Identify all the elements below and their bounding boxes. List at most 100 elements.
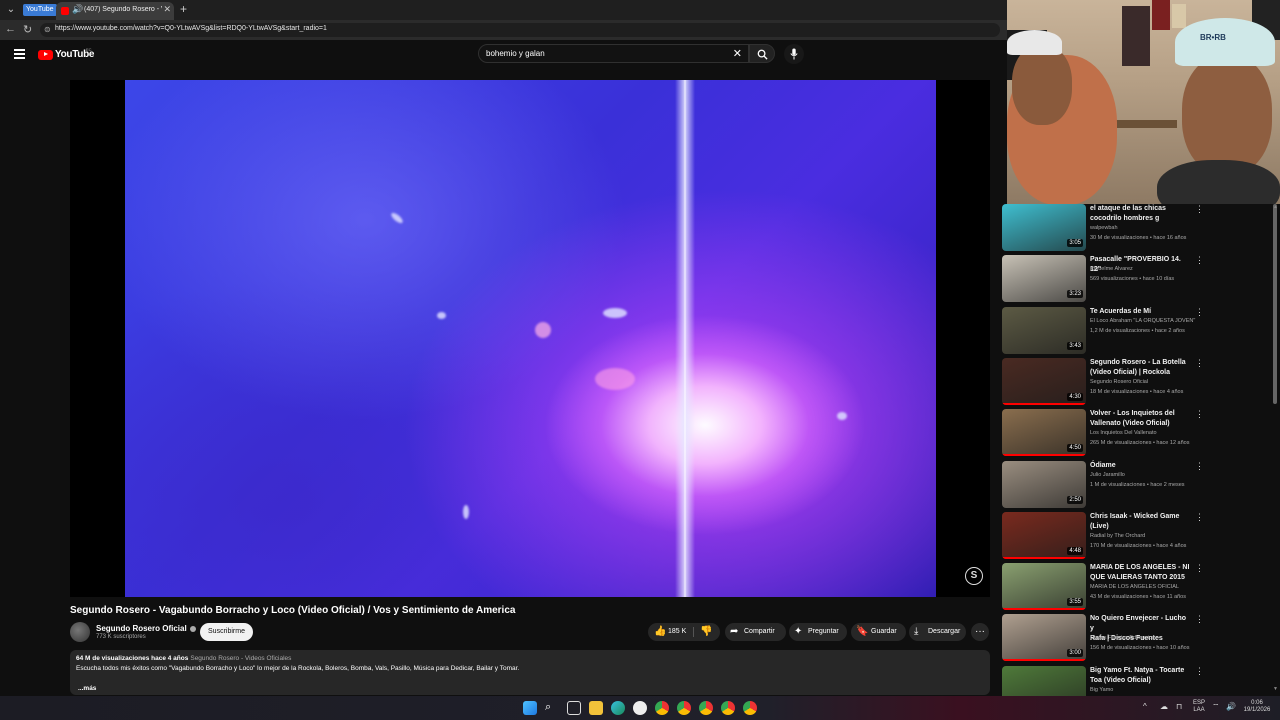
tab-list-chevron-icon[interactable]: ⌄ <box>4 3 18 17</box>
usb-icon[interactable]: ⊓ <box>1176 703 1182 711</box>
recommendation-item[interactable]: 3:55 MARIA DE LOS ANGELES - NI QUE VALIERA… <box>1002 563 1272 611</box>
recommendation-thumbnail[interactable]: 3:55 <box>1002 563 1086 610</box>
recommendation-menu-icon[interactable]: ⋮ <box>1195 255 1204 266</box>
recommendation-title[interactable]: Volver - Los Inquietos del Vallenato (Vid… <box>1090 409 1190 429</box>
task-view-icon[interactable] <box>567 701 581 715</box>
new-tab-icon[interactable]: + <box>180 2 187 16</box>
recommendation-channel[interactable]: Riquelme Alvarez <box>1090 266 1133 272</box>
reload-icon[interactable]: ↻ <box>23 23 32 36</box>
recommendation-title[interactable]: el ataque de las chicas cocodrilo hombres… <box>1090 204 1190 224</box>
recommendation-thumbnail[interactable]: 2:50 <box>1002 461 1086 508</box>
recommendation-item[interactable]: 4:48 Chris Isaak - Wicked Game (Live) Radia… <box>1002 512 1272 560</box>
recommendation-item[interactable]: 3:23 Pasacalle "PROVERBIO 14. 12" Riquelme… <box>1002 255 1272 303</box>
recommendation-channel[interactable]: Big Yamo <box>1090 687 1113 693</box>
scroll-up-arrow-icon[interactable]: ▲ <box>1273 204 1278 210</box>
windows-start-icon[interactable] <box>523 701 537 715</box>
recommendation-channel[interactable]: Segundo Rosero Oficial <box>1090 379 1148 385</box>
video-frame[interactable] <box>125 80 936 597</box>
video-player[interactable]: S <box>70 80 990 597</box>
recommendation-menu-icon[interactable]: ⋮ <box>1195 461 1204 472</box>
recommendation-thumbnail[interactable]: 4:50 <box>1002 409 1086 456</box>
edge-browser-icon[interactable] <box>611 701 625 715</box>
back-arrow-icon[interactable]: ← <box>5 23 16 35</box>
site-info-icon[interactable]: ⊜ <box>44 25 52 34</box>
recommendation-channel[interactable]: MARIA DE LOS ANGELES OFICIAL <box>1090 584 1179 590</box>
wifi-icon[interactable]: ⌔ <box>1212 703 1220 711</box>
chrome-icon[interactable] <box>743 701 757 715</box>
share-button[interactable]: ➦ Compartir <box>725 623 786 641</box>
tab-youtube-badge[interactable]: YouTube <box>23 4 57 16</box>
search-button[interactable] <box>749 44 775 63</box>
volume-icon[interactable]: 🔊 <box>1226 703 1236 711</box>
hamburger-menu-icon[interactable] <box>14 49 25 59</box>
ask-button[interactable]: ✦ Preguntar <box>789 623 847 641</box>
recommendation-thumbnail[interactable]: 3:05 <box>1002 204 1086 251</box>
search-input[interactable]: bohemio y galan ✕ <box>478 44 749 63</box>
playlist-tag[interactable]: Segundo Rosero - Videos Oficiales <box>190 655 291 662</box>
recommendation-menu-icon[interactable]: ⋮ <box>1195 307 1204 318</box>
channel-name[interactable]: Segundo Rosero Oficial <box>96 624 196 633</box>
chrome-icon[interactable] <box>699 701 713 715</box>
recommendation-thumbnail[interactable]: 3:00 <box>1002 614 1086 661</box>
channel-name-text[interactable]: Segundo Rosero Oficial <box>96 624 187 633</box>
recommendation-title[interactable]: Ódiame <box>1090 461 1190 471</box>
recommendation-title[interactable]: Chris Isaak - Wicked Game (Live) <box>1090 512 1190 532</box>
recommendation-menu-icon[interactable]: ⋮ <box>1195 563 1204 574</box>
description-box[interactable]: 64 M de visualizaciones hace 4 años Segun… <box>70 650 990 695</box>
recommendation-title[interactable]: Pasacalle "PROVERBIO 14. 12" <box>1090 255 1190 275</box>
recommendation-channel[interactable]: Discos Fuentes Edimusica <box>1090 635 1155 641</box>
recommendation-thumbnail[interactable]: 3:23 <box>1002 255 1086 302</box>
chrome-icon[interactable] <box>677 701 691 715</box>
save-button[interactable]: 🔖 Guardar <box>851 623 906 641</box>
recommendation-item[interactable]: 4:50 Volver - Los Inquietos del Vallenato … <box>1002 409 1272 457</box>
recommendation-title[interactable]: Te Acuerdas de Mí <box>1090 307 1190 317</box>
download-button[interactable]: ⤓ Descargar <box>909 623 966 641</box>
voice-search-button[interactable] <box>784 44 804 64</box>
chrome-icon[interactable] <box>655 701 669 715</box>
file-explorer-icon[interactable] <box>589 701 603 715</box>
recommendation-menu-icon[interactable]: ⋮ <box>1195 204 1204 215</box>
recommendation-menu-icon[interactable]: ⋮ <box>1195 666 1204 677</box>
like-icon[interactable]: 👍 <box>654 623 666 641</box>
address-bar[interactable]: ⊜ https://www.youtube.com/watch?v=Q0-YLt… <box>40 23 1000 37</box>
recommendation-menu-icon[interactable]: ⋮ <box>1195 614 1204 625</box>
network-icon[interactable]: ☁ <box>1160 703 1168 711</box>
clear-search-icon[interactable]: ✕ <box>733 47 742 60</box>
recommendation-channel[interactable]: Julio Jaramillo <box>1090 472 1125 478</box>
input-language[interactable]: ESP LAA <box>1190 700 1208 714</box>
dislike-icon[interactable]: 👎 <box>700 623 712 641</box>
recommendation-channel[interactable]: Los Inquietos Del Vallenato <box>1090 430 1157 436</box>
like-count[interactable]: 185 K <box>668 623 686 641</box>
recommendation-menu-icon[interactable]: ⋮ <box>1195 358 1204 369</box>
tab-close-icon[interactable]: ✕ <box>163 4 171 15</box>
recommendation-title[interactable]: MARIA DE LOS ANGELES - NI QUE VALIERAS TA… <box>1090 563 1190 583</box>
recommendation-thumbnail[interactable]: 4:48 <box>1002 512 1086 559</box>
more-actions-button[interactable]: ··· <box>971 623 989 641</box>
show-hidden-icons-icon[interactable]: ^ <box>1143 703 1147 711</box>
speaker-icon[interactable]: 🔊 <box>72 4 83 15</box>
recommendation-menu-icon[interactable]: ⋮ <box>1195 512 1204 523</box>
recommendation-channel[interactable]: walpewbah <box>1090 225 1118 231</box>
scrollbar-thumb[interactable] <box>1273 204 1277 404</box>
recommendation-menu-icon[interactable]: ⋮ <box>1195 409 1204 420</box>
channel-watermark-icon[interactable]: S <box>965 567 983 585</box>
recommendation-channel[interactable]: El Loco Abraham "LA ORQUESTA JOVEN" <box>1090 318 1195 324</box>
recommendation-thumbnail[interactable]: 3:43 <box>1002 307 1086 354</box>
recommendation-item[interactable]: 4:30 Segundo Rosero - La Botella (Video Of… <box>1002 358 1272 406</box>
show-more-link[interactable]: ...más <box>78 685 96 692</box>
chrome-icon[interactable] <box>721 701 735 715</box>
channel-avatar[interactable] <box>70 622 90 642</box>
recommendation-item[interactable]: Big Yamo Ft. Natya - Tocarte Toa (Video O… <box>1002 666 1272 696</box>
recommendation-item[interactable]: 3:00 No Quiero Envejecer - Lucho y Rafa | … <box>1002 614 1272 662</box>
scroll-down-arrow-icon[interactable]: ▼ <box>1273 686 1278 692</box>
sidebar-scrollbar[interactable] <box>1272 204 1278 696</box>
xbox-icon[interactable] <box>633 701 647 715</box>
recommendation-title[interactable]: Segundo Rosero - La Botella (Video Oficia… <box>1090 358 1190 378</box>
recommendation-channel[interactable]: Radial by The Orchard <box>1090 533 1145 539</box>
clock[interactable]: 0:06 19/1/2026 <box>1240 700 1274 714</box>
recommendation-item[interactable]: 3:05 el ataque de las chicas cocodrilo hom… <box>1002 204 1272 252</box>
tab-active[interactable]: 🔊 (407) Segundo Rosero - Vaga ✕ <box>56 2 174 20</box>
recommendation-thumbnail[interactable] <box>1002 666 1086 696</box>
recommendation-item[interactable]: 3:43 Te Acuerdas de Mí El Loco Abraham "LA… <box>1002 307 1272 355</box>
recommendation-item[interactable]: 2:50 Ódiame Julio Jaramillo 1 M de visualiz… <box>1002 461 1272 509</box>
